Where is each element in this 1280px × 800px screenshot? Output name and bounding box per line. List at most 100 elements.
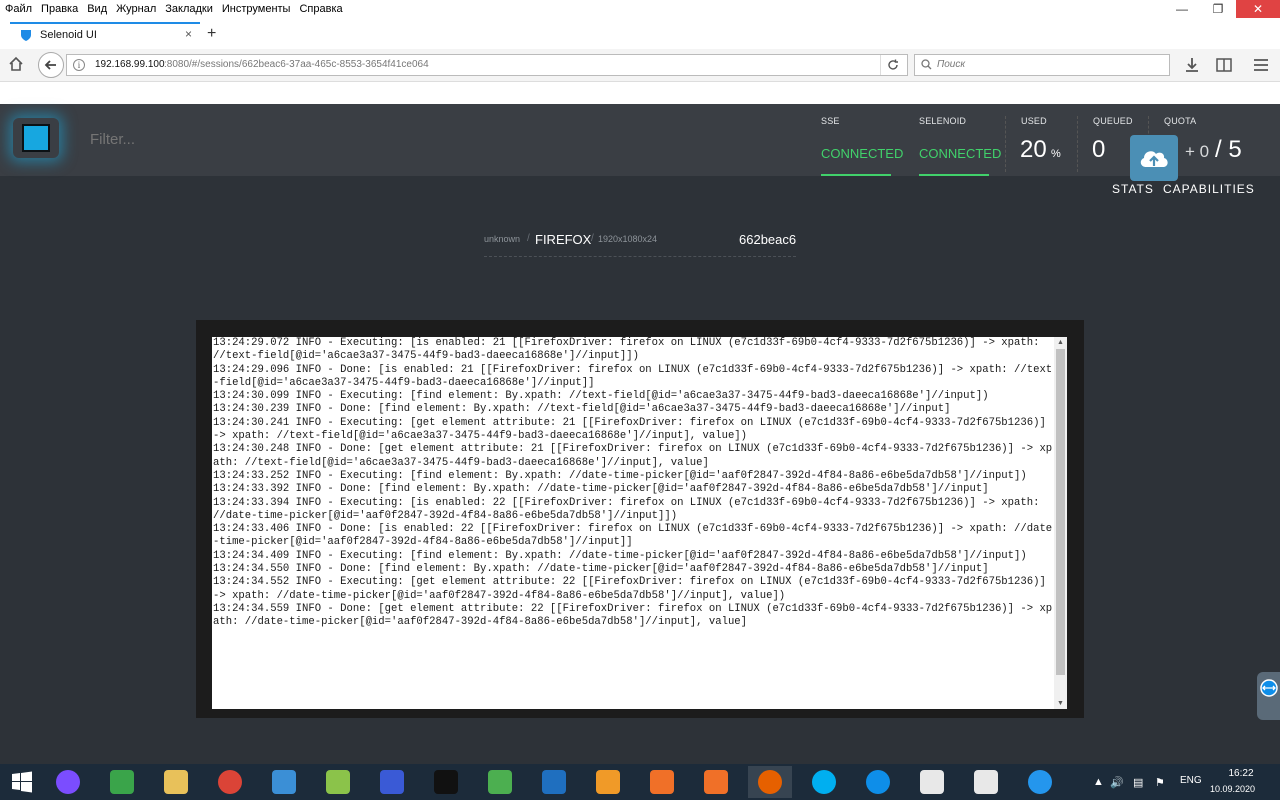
quota-label: QUOTA xyxy=(1164,116,1197,126)
log-line: 13:24:34.550 INFO - Done: [find element:… xyxy=(213,563,989,576)
menu-tools[interactable]: Инструменты xyxy=(217,0,295,15)
scroll-down-icon[interactable]: ▼ xyxy=(1057,700,1064,707)
session-resolution: 1920x1080x24 xyxy=(598,234,658,244)
menu-history[interactable]: Журнал xyxy=(111,0,160,15)
separator-slash: / xyxy=(527,233,530,244)
taskbar-notepad-plus[interactable] xyxy=(316,766,360,798)
taskbar-skype[interactable] xyxy=(802,766,846,798)
menu-view[interactable]: Вид xyxy=(82,0,111,15)
new-tab-button[interactable]: + xyxy=(207,25,216,43)
intellij-icon xyxy=(434,770,458,794)
windows-start-icon[interactable] xyxy=(10,770,34,794)
taskbar-teamviewer[interactable] xyxy=(856,766,900,798)
menu-edit[interactable]: Правка xyxy=(36,0,82,15)
scroll-up-icon[interactable]: ▲ xyxy=(1057,339,1064,346)
log-scrollbar[interactable]: ▲ ▼ xyxy=(1054,337,1067,709)
taskbar-camera-tool[interactable] xyxy=(694,766,738,798)
taskbar-firefox[interactable] xyxy=(748,766,792,798)
quota-total: / 5 xyxy=(1215,136,1242,163)
menu-file[interactable]: Файл xyxy=(0,0,36,15)
upload-button[interactable] xyxy=(1130,135,1178,181)
restore-icon[interactable]: ❐ xyxy=(1200,0,1236,18)
save-app-icon xyxy=(380,770,404,794)
queued-label: QUEUED xyxy=(1093,116,1133,126)
session-browser: FIREFOX xyxy=(535,232,592,247)
network-icon[interactable]: ▤ xyxy=(1133,776,1143,789)
stats-divider xyxy=(1005,116,1006,172)
tab-selenoid-ui[interactable]: Selenoid UI × xyxy=(10,22,200,48)
reload-icon[interactable] xyxy=(880,55,905,75)
session-platform: unknown xyxy=(484,234,521,244)
quota-pending: + 0 xyxy=(1185,142,1210,161)
shield-favicon-icon xyxy=(21,30,31,41)
filter-input[interactable] xyxy=(88,130,392,149)
docker-icon xyxy=(1028,770,1052,794)
log-console[interactable]: 13:24:29.072 INFO - Executing: [is enabl… xyxy=(212,337,1054,709)
camera-tool-icon xyxy=(704,770,728,794)
alice-app-icon xyxy=(56,770,80,794)
log-line: 13:24:30.241 INFO - Executing: [get elem… xyxy=(213,416,1046,443)
stats-link[interactable]: STATS xyxy=(1112,182,1154,196)
download-icon[interactable] xyxy=(1183,56,1201,74)
url-bar[interactable]: i 192.168.99.100 :8080/#/sessions/662bea… xyxy=(66,54,908,76)
info-icon[interactable]: i xyxy=(73,59,85,71)
taskbar-docker[interactable] xyxy=(1018,766,1062,798)
sidebar-icon[interactable] xyxy=(1215,56,1233,74)
log-line: 13:24:33.394 INFO - Executing: [is enabl… xyxy=(213,496,1040,522)
search-field[interactable]: Поиск xyxy=(914,54,1170,76)
taskbar-chrome[interactable] xyxy=(208,766,252,798)
log-line: 13:24:34.559 INFO - Done: [get element a… xyxy=(213,602,1053,629)
log-line: 13:24:29.096 INFO - Done: [is enabled: 2… xyxy=(213,363,1053,389)
tab-title: Selenoid UI xyxy=(40,29,97,41)
used-value: 20 xyxy=(1020,136,1047,163)
taskbar-screenshot-tool[interactable] xyxy=(640,766,684,798)
menu-bookmarks[interactable]: Закладки xyxy=(160,0,217,15)
taskbar-green-tool[interactable] xyxy=(100,766,144,798)
taskbar-upload-app[interactable] xyxy=(478,766,522,798)
log-line: 13:24:30.099 INFO - Executing: [find ele… xyxy=(213,390,989,403)
selenoid-logo-icon[interactable] xyxy=(22,124,50,152)
keyboard-language[interactable]: ENG xyxy=(1180,775,1202,786)
tray-expand-icon[interactable]: ▲ xyxy=(1093,776,1104,788)
clock-date[interactable]: 10.09.2020 xyxy=(1210,784,1255,794)
log-line: 13:24:33.406 INFO - Done: [is enabled: 2… xyxy=(213,523,1053,549)
home-icon[interactable] xyxy=(8,56,24,72)
capabilities-link[interactable]: CAPABILITIES xyxy=(1163,182,1255,196)
upload-app-icon xyxy=(488,770,512,794)
minimize-icon[interactable]: — xyxy=(1164,0,1200,18)
hamburger-menu-icon[interactable] xyxy=(1252,56,1270,74)
volume-icon[interactable]: 🔊 xyxy=(1110,776,1124,789)
taskbar-java-2[interactable] xyxy=(964,766,1008,798)
scroll-thumb[interactable] xyxy=(1056,349,1065,675)
menu-help[interactable]: Справка xyxy=(294,0,346,15)
book-app-icon xyxy=(272,770,296,794)
taskbar-outlook[interactable] xyxy=(532,766,576,798)
taskbar-intellij[interactable] xyxy=(424,766,468,798)
close-window-icon[interactable]: ✕ xyxy=(1236,0,1280,18)
sse-status: CONNECTED xyxy=(821,146,904,161)
taskbar-alice-app[interactable] xyxy=(46,766,90,798)
chrome-icon xyxy=(218,770,242,794)
sse-status-bar xyxy=(821,174,891,176)
clock-time[interactable]: 16:22 xyxy=(1218,768,1264,779)
notepad-plus-icon xyxy=(326,770,350,794)
toolbar-spacer xyxy=(0,82,1280,104)
session-id: 662beac6 xyxy=(739,232,797,247)
selenoid-status-bar xyxy=(919,174,989,176)
taskbar-sublime[interactable] xyxy=(586,766,630,798)
outlook-icon xyxy=(542,770,566,794)
notification-flag-icon[interactable]: ⚑ xyxy=(1155,776,1165,789)
taskbar-java-1[interactable] xyxy=(910,766,954,798)
taskbar-file-explorer[interactable] xyxy=(154,766,198,798)
search-icon xyxy=(921,59,932,70)
used-unit: % xyxy=(1051,148,1061,160)
url-path: :8080/#/sessions/662beac6-37aa-465c-8553… xyxy=(164,59,429,70)
taskbar-book-app[interactable] xyxy=(262,766,306,798)
screenshot-tool-icon xyxy=(650,770,674,794)
log-line: 13:24:34.552 INFO - Executing: [get elem… xyxy=(213,576,1046,602)
green-tool-icon xyxy=(110,770,134,794)
back-button[interactable] xyxy=(38,52,64,78)
teamviewer-side-icon[interactable] xyxy=(1257,672,1280,720)
tab-close-icon[interactable]: × xyxy=(185,27,192,41)
taskbar-save-app[interactable] xyxy=(370,766,414,798)
